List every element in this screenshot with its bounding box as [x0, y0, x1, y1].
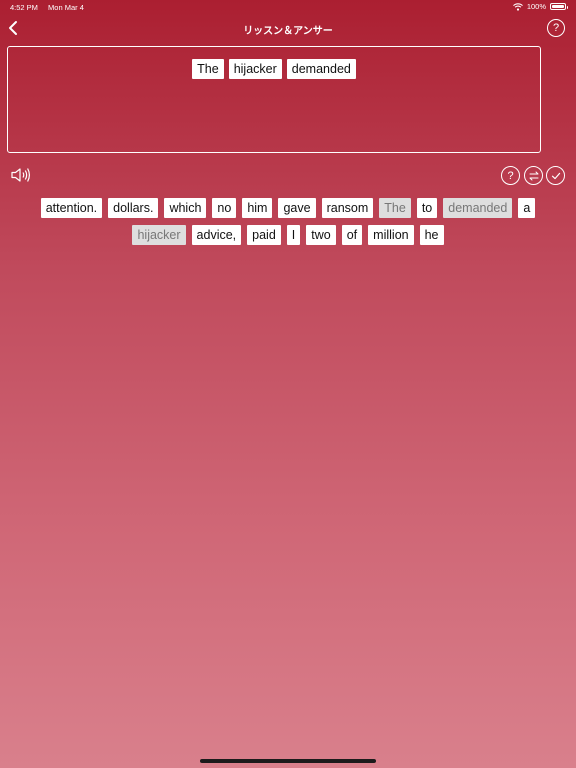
nav-bar: リッスン＆アンサー ? [0, 14, 576, 42]
swap-icon [529, 171, 538, 180]
word-bank-row: attention. dollars. which no him gave ransom Th… [0, 198, 576, 218]
home-indicator [200, 759, 376, 763]
word-tile[interactable]: paid [247, 225, 281, 245]
word-tile[interactable]: which [164, 198, 207, 218]
word-tile[interactable]: a [518, 198, 536, 218]
help-button[interactable]: ? [547, 19, 565, 37]
answer-word-tile[interactable]: hijacker [228, 59, 282, 79]
word-tile[interactable]: gave [278, 198, 316, 218]
word-tile[interactable]: him [242, 198, 273, 218]
answer-word-tile[interactable]: demanded [286, 59, 356, 79]
word-tile[interactable]: advice, [191, 225, 242, 245]
word-tile[interactable]: ransom [321, 198, 374, 218]
answer-words: The hijacker demanded [8, 59, 540, 79]
status-bar: 4:52 PM Mon Mar 4 100% [0, 0, 576, 14]
speaker-button[interactable] [10, 166, 32, 184]
word-tile-used[interactable]: demanded [443, 198, 513, 218]
word-tile[interactable]: attention. [40, 198, 103, 218]
speaker-icon [11, 168, 30, 182]
word-tile[interactable]: million [368, 225, 414, 245]
battery-percent: 100% [526, 2, 546, 11]
check-icon [551, 172, 560, 179]
battery-fill [552, 5, 564, 8]
answer-word-tile[interactable]: The [192, 59, 224, 79]
status-right: 100% [512, 2, 568, 11]
hint-button[interactable]: ? [501, 166, 520, 185]
status-date: Mon Mar 4 [48, 3, 84, 12]
wifi-icon [512, 2, 523, 11]
word-tile[interactable]: to [416, 198, 438, 218]
word-tile[interactable]: no [212, 198, 237, 218]
word-tile-used[interactable]: The [379, 198, 411, 218]
word-tile[interactable]: of [341, 225, 363, 245]
status-left: 4:52 PM Mon Mar 4 [10, 3, 92, 12]
word-tile[interactable]: I [286, 225, 301, 245]
question-icon: ? [552, 22, 560, 34]
status-time: 4:52 PM [10, 3, 38, 12]
word-tile-used[interactable]: hijacker [132, 225, 186, 245]
word-bank-row: hijacker advice, paid Itwo of million he [0, 225, 576, 245]
swap-button[interactable] [524, 166, 543, 185]
word-tile[interactable]: two [306, 225, 336, 245]
word-tile[interactable]: dollars. [108, 198, 159, 218]
check-button[interactable] [546, 166, 565, 185]
page-title: リッスン＆アンサー [243, 26, 333, 37]
question-icon: ? [507, 169, 514, 182]
battery-icon [550, 3, 568, 10]
word-tile[interactable]: he [419, 225, 444, 245]
answer-box[interactable]: The hijacker demanded [7, 46, 541, 153]
